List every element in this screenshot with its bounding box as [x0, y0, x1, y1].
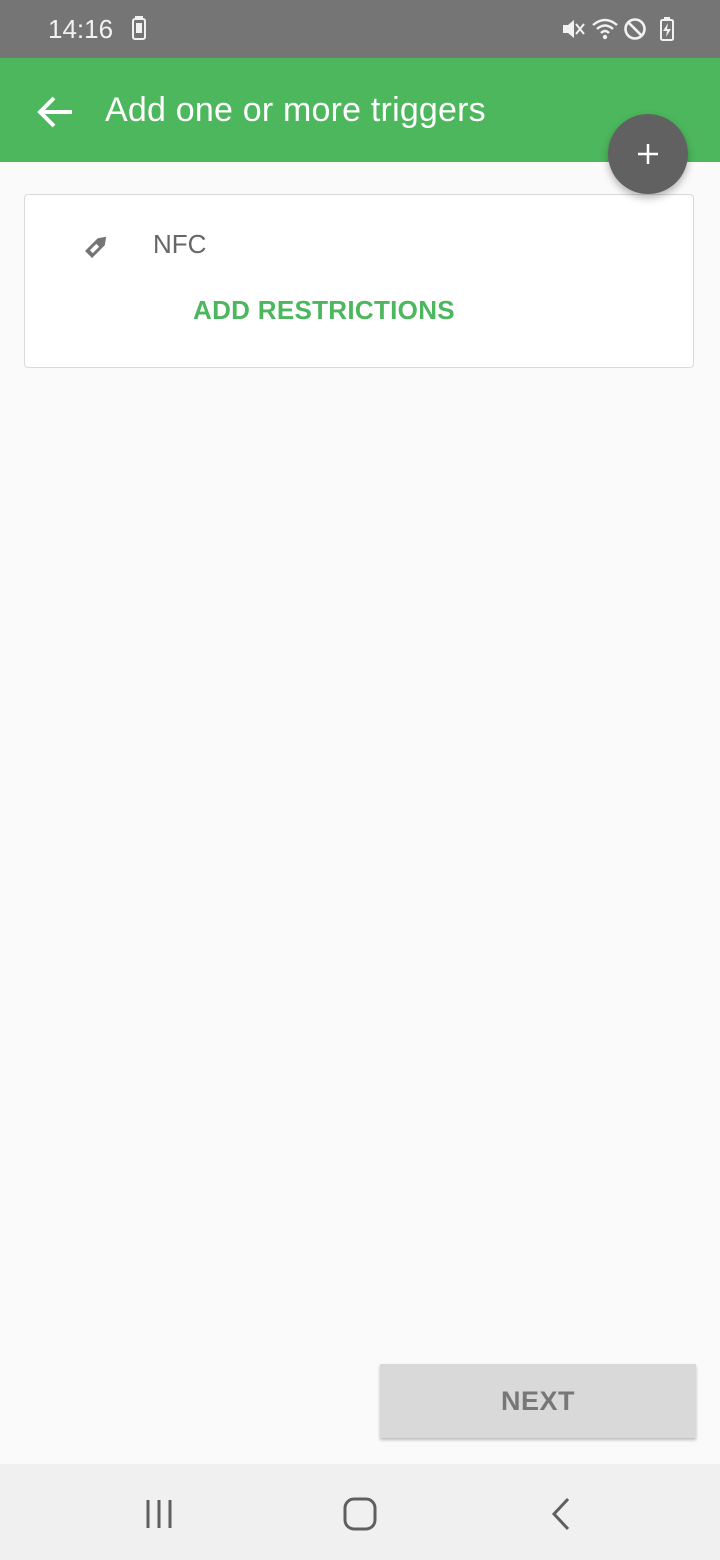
arrow-left-icon [37, 96, 72, 128]
trigger-card: NFC ADD RESTRICTIONS [24, 194, 694, 368]
tag-icon[interactable] [80, 229, 114, 263]
battery-charging-icon [660, 17, 674, 41]
back-button[interactable] [28, 84, 84, 140]
page-title: Add one or more triggers [105, 91, 486, 129]
back-icon[interactable] [542, 1494, 582, 1534]
phone-vibrate-icon [132, 16, 146, 40]
next-button[interactable]: NEXT [380, 1364, 696, 1438]
blocked-icon [624, 18, 646, 40]
status-bar: 14:16 [0, 0, 720, 58]
recent-apps-icon[interactable] [140, 1494, 180, 1534]
status-time: 14:16 [48, 14, 114, 44]
add-trigger-button[interactable] [608, 114, 688, 194]
mute-icon [563, 20, 585, 38]
wifi-icon [592, 18, 618, 40]
navigation-bar [0, 1464, 720, 1560]
plus-icon [638, 144, 658, 164]
home-icon[interactable] [340, 1494, 380, 1534]
trigger-label: NFC [153, 229, 207, 259]
add-restrictions-button[interactable]: ADD RESTRICTIONS [193, 295, 455, 326]
